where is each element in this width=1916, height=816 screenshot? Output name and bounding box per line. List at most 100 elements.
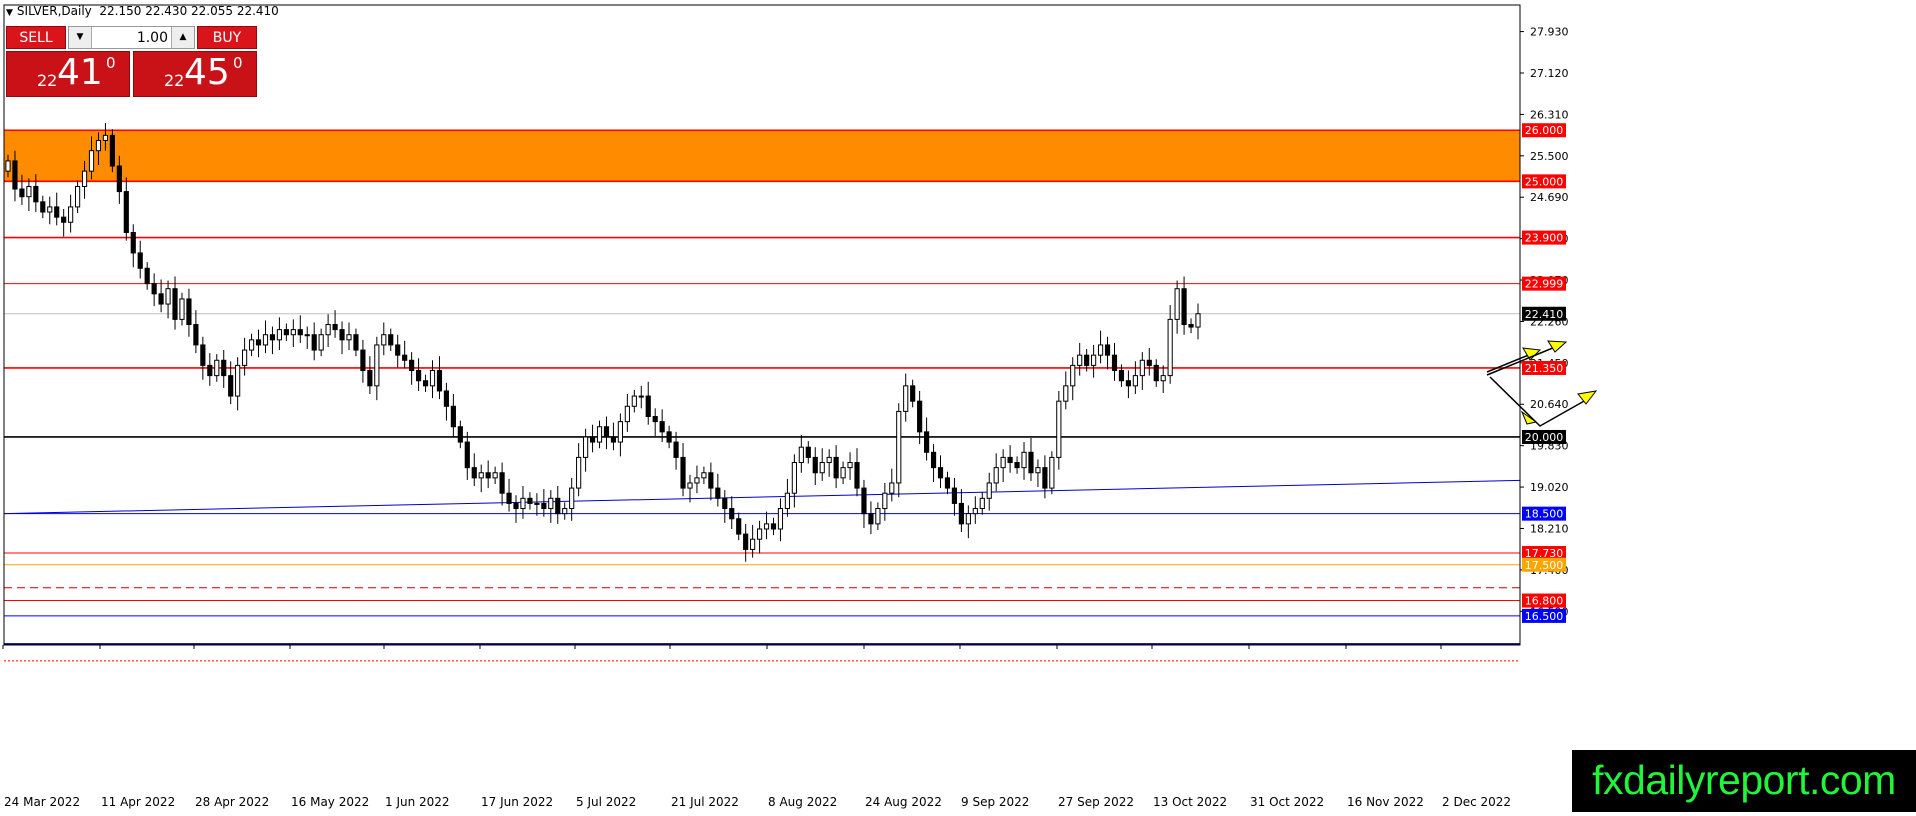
sell-button[interactable]: SELL	[6, 26, 66, 49]
candle	[1028, 437, 1034, 481]
price-tag-label: 20.000	[1525, 431, 1564, 444]
candle-body	[1118, 370, 1125, 382]
candle-body	[422, 380, 429, 387]
candle	[972, 496, 978, 524]
candle-body	[770, 523, 777, 530]
candle	[986, 472, 992, 511]
candle	[109, 129, 115, 173]
candle-body	[151, 283, 157, 295]
candle	[777, 498, 784, 542]
candle	[882, 482, 888, 521]
candle	[255, 329, 262, 358]
price-tag-label: 25.000	[1525, 175, 1564, 188]
chart-canvas[interactable]: 27.93027.12026.31025.50024.69023.88023.0…	[0, 0, 1916, 812]
price-tag-label: 18.500	[1525, 508, 1564, 521]
buy-button[interactable]: BUY	[197, 26, 257, 49]
candle-body	[958, 502, 964, 525]
x-tick-label: 11 Apr 2022	[101, 795, 175, 809]
candle	[562, 502, 568, 520]
candle-body	[1146, 359, 1152, 366]
x-tick-label: 24 Mar 2022	[4, 795, 80, 809]
candle-body	[1042, 467, 1048, 489]
candle-body	[409, 359, 415, 372]
candle	[910, 379, 916, 408]
candle-body	[1063, 385, 1069, 402]
sell-price-box[interactable]: 22 41 0	[6, 51, 130, 97]
candle-body	[812, 456, 818, 474]
candle-body	[123, 191, 129, 233]
candle-body	[917, 400, 923, 433]
candle-body	[993, 467, 999, 484]
candle	[924, 417, 930, 461]
candle	[875, 502, 881, 531]
candle-body	[179, 298, 185, 320]
candle-body	[569, 487, 575, 510]
candle-body	[666, 431, 672, 443]
candle	[290, 319, 296, 347]
candle-body	[186, 298, 192, 326]
candle-body	[450, 405, 456, 428]
candle-body	[290, 329, 296, 336]
candle	[833, 445, 839, 489]
candle-body	[1125, 380, 1131, 387]
candle-body	[311, 334, 317, 351]
candle	[722, 490, 728, 523]
candle-body	[965, 513, 971, 525]
candle-body	[1174, 288, 1180, 320]
candle-body	[102, 134, 109, 141]
sell-price-fraction: 0	[106, 54, 116, 72]
decrease-quantity-icon[interactable]: ▼	[69, 27, 92, 48]
candle-body	[819, 462, 825, 474]
candle-body	[402, 354, 408, 361]
candle	[708, 462, 714, 501]
candle-body	[75, 185, 81, 208]
candle-body	[541, 502, 547, 510]
candle	[304, 326, 310, 350]
triangle-down-icon[interactable]: ▼	[6, 8, 13, 18]
candle-body	[235, 364, 241, 397]
candle-body	[777, 508, 784, 530]
candle	[1042, 455, 1048, 499]
candle-body	[325, 324, 331, 336]
candle	[1021, 442, 1027, 480]
candle-body	[109, 134, 115, 167]
candle-body	[1070, 364, 1076, 387]
candle-body	[346, 334, 352, 341]
candle	[353, 328, 359, 357]
candle	[1035, 459, 1041, 488]
candle	[603, 416, 610, 450]
quantity-input[interactable]	[95, 27, 168, 48]
candle-body	[492, 472, 498, 479]
candle-body	[228, 375, 234, 397]
candle	[917, 390, 923, 445]
candle	[1077, 342, 1083, 376]
candle	[979, 492, 985, 515]
candle-body	[19, 188, 25, 198]
price-chart[interactable]: 27.93027.12026.31025.50024.69023.88023.0…	[0, 0, 1916, 812]
candle-body	[443, 390, 450, 407]
buy-price-box[interactable]: 22 45 0	[133, 51, 257, 97]
candle	[346, 322, 352, 351]
candle	[534, 493, 540, 516]
candle-body	[638, 395, 644, 398]
candle	[1091, 344, 1097, 378]
candle-body	[367, 370, 373, 387]
candle	[569, 477, 575, 521]
candle	[847, 452, 853, 480]
candle-body	[722, 497, 728, 510]
candle	[624, 394, 630, 432]
candle-body	[1167, 318, 1173, 377]
candle	[729, 496, 735, 529]
arrow-head	[1577, 390, 1598, 405]
arrow-head	[1520, 410, 1538, 425]
x-tick-label: 31 Oct 2022	[1250, 795, 1324, 809]
candle	[276, 317, 282, 351]
candle	[193, 310, 199, 354]
candle	[527, 492, 533, 510]
candle-body	[708, 472, 714, 489]
increase-quantity-icon[interactable]: ▲	[171, 27, 194, 48]
candle-body	[798, 446, 804, 464]
price-tag-label: 21.350	[1525, 362, 1564, 375]
watermark-logo: fxdailyreport.com	[1572, 750, 1916, 812]
candle	[1188, 318, 1194, 334]
